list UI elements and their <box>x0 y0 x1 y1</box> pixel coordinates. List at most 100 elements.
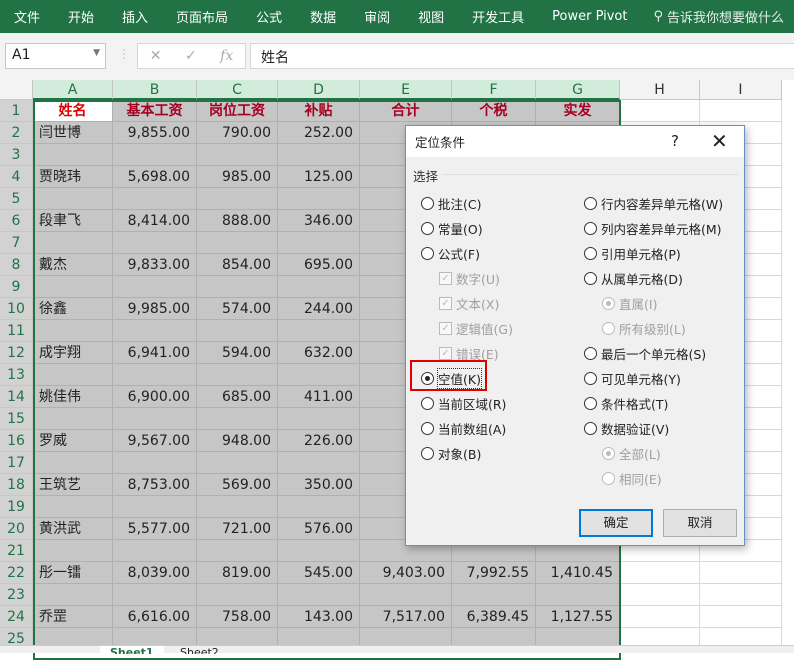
cell-C23[interactable] <box>197 584 278 606</box>
option-right-7[interactable]: 可见单元格(Y) <box>584 369 681 388</box>
row-header-6[interactable]: 6 <box>0 210 33 232</box>
cell-B11[interactable] <box>113 320 197 342</box>
row-header-22[interactable]: 22 <box>0 562 33 584</box>
ok-button[interactable]: 确定 <box>579 509 653 537</box>
column-header-D[interactable]: D <box>278 80 360 100</box>
row-header-7[interactable]: 7 <box>0 232 33 254</box>
cell-D19[interactable] <box>278 496 360 518</box>
tell-me-search[interactable]: ⚲ 告诉我你想要做什么 <box>642 7 785 26</box>
ribbon-tab-5[interactable]: 数据 <box>296 7 350 26</box>
cell-A21[interactable] <box>33 540 113 562</box>
option-left-10[interactable]: 对象(B) <box>421 444 481 463</box>
cell-C21[interactable] <box>197 540 278 562</box>
cell-D17[interactable] <box>278 452 360 474</box>
cell-C4[interactable]: 985.00 <box>197 166 278 188</box>
column-header-B[interactable]: B <box>113 80 197 100</box>
cell-B22[interactable]: 8,039.00 <box>113 562 197 584</box>
row-header-17[interactable]: 17 <box>0 452 33 474</box>
row-header-11[interactable]: 11 <box>0 320 33 342</box>
cell-A6[interactable]: 段聿飞 <box>33 210 113 232</box>
cell-C13[interactable] <box>197 364 278 386</box>
cell-A2[interactable]: 闫世博 <box>33 122 113 144</box>
cell-C9[interactable] <box>197 276 278 298</box>
ribbon-tab-6[interactable]: 审阅 <box>350 7 404 26</box>
cell-B17[interactable] <box>113 452 197 474</box>
cell-D24[interactable]: 143.00 <box>278 606 360 628</box>
cell-E22[interactable]: 9,403.00 <box>360 562 452 584</box>
column-header-C[interactable]: C <box>197 80 278 100</box>
cell-C5[interactable] <box>197 188 278 210</box>
option-right-2[interactable]: 引用单元格(P) <box>584 244 681 263</box>
header-cell-G[interactable]: 实发 <box>536 100 620 122</box>
cell-A20[interactable]: 黄洪武 <box>33 518 113 540</box>
cell-B6[interactable]: 8,414.00 <box>113 210 197 232</box>
cell-C20[interactable]: 721.00 <box>197 518 278 540</box>
cell-A4[interactable]: 贾晓玮 <box>33 166 113 188</box>
row-header-21[interactable]: 21 <box>0 540 33 562</box>
cell-B18[interactable]: 8,753.00 <box>113 474 197 496</box>
cell-D13[interactable] <box>278 364 360 386</box>
cell-A3[interactable] <box>33 144 113 166</box>
column-header-F[interactable]: F <box>452 80 536 100</box>
cell-B24[interactable]: 6,616.00 <box>113 606 197 628</box>
cell-C11[interactable] <box>197 320 278 342</box>
column-header-E[interactable]: E <box>360 80 452 100</box>
cell-A17[interactable] <box>33 452 113 474</box>
cell-A12[interactable]: 成宇翔 <box>33 342 113 364</box>
cell-B2[interactable]: 9,855.00 <box>113 122 197 144</box>
row-header-23[interactable]: 23 <box>0 584 33 606</box>
ribbon-tab-2[interactable]: 插入 <box>108 7 162 26</box>
cell-F23[interactable] <box>452 584 536 606</box>
cell-D7[interactable] <box>278 232 360 254</box>
column-header-I[interactable]: I <box>700 80 782 100</box>
column-header-G[interactable]: G <box>536 80 620 100</box>
enter-icon[interactable]: ✓ <box>185 48 197 64</box>
row-header-5[interactable]: 5 <box>0 188 33 210</box>
row-header-16[interactable]: 16 <box>0 430 33 452</box>
cell-C16[interactable]: 948.00 <box>197 430 278 452</box>
header-cell-D[interactable]: 补贴 <box>278 100 360 122</box>
ribbon-tab-3[interactable]: 页面布局 <box>162 7 242 26</box>
cell-B16[interactable]: 9,567.00 <box>113 430 197 452</box>
option-left-2[interactable]: 公式(F) <box>421 244 480 263</box>
cell-A15[interactable] <box>33 408 113 430</box>
formula-input[interactable]: 姓名 <box>250 43 794 69</box>
cell-G22[interactable]: 1,410.45 <box>536 562 620 584</box>
cell-A16[interactable]: 罗威 <box>33 430 113 452</box>
cell-A18[interactable]: 王筑艺 <box>33 474 113 496</box>
cell-B4[interactable]: 5,698.00 <box>113 166 197 188</box>
cell-F22[interactable]: 7,992.55 <box>452 562 536 584</box>
cell-G24[interactable]: 1,127.55 <box>536 606 620 628</box>
chevron-down-icon[interactable]: ▼ <box>93 48 100 58</box>
option-right-3[interactable]: 从属单元格(D) <box>584 269 683 288</box>
row-header-1[interactable]: 1 <box>0 100 33 122</box>
cell-C7[interactable] <box>197 232 278 254</box>
ribbon-tab-7[interactable]: 视图 <box>404 7 458 26</box>
cell-B23[interactable] <box>113 584 197 606</box>
option-right-0[interactable]: 行内容差异单元格(W) <box>584 194 723 213</box>
cell-A11[interactable] <box>33 320 113 342</box>
cell-A10[interactable]: 徐鑫 <box>33 298 113 320</box>
empty-cell[interactable] <box>700 584 782 606</box>
cell-D9[interactable] <box>278 276 360 298</box>
cell-C22[interactable]: 819.00 <box>197 562 278 584</box>
option-left-9[interactable]: 当前数组(A) <box>421 419 506 438</box>
row-header-3[interactable]: 3 <box>0 144 33 166</box>
cell-B8[interactable]: 9,833.00 <box>113 254 197 276</box>
row-header-14[interactable]: 14 <box>0 386 33 408</box>
cell-A7[interactable] <box>33 232 113 254</box>
cancel-icon[interactable]: ✕ <box>150 48 162 64</box>
cell-C8[interactable]: 854.00 <box>197 254 278 276</box>
cell-B9[interactable] <box>113 276 197 298</box>
drag-handle-icon[interactable]: ⋮ <box>118 47 130 61</box>
help-icon[interactable]: ? <box>671 132 679 150</box>
cell-D8[interactable]: 695.00 <box>278 254 360 276</box>
cell-D20[interactable]: 576.00 <box>278 518 360 540</box>
cell-E23[interactable] <box>360 584 452 606</box>
row-header-18[interactable]: 18 <box>0 474 33 496</box>
row-header-20[interactable]: 20 <box>0 518 33 540</box>
column-header-A[interactable]: A <box>33 80 113 100</box>
cell-C12[interactable]: 594.00 <box>197 342 278 364</box>
cell-B3[interactable] <box>113 144 197 166</box>
cell-C2[interactable]: 790.00 <box>197 122 278 144</box>
